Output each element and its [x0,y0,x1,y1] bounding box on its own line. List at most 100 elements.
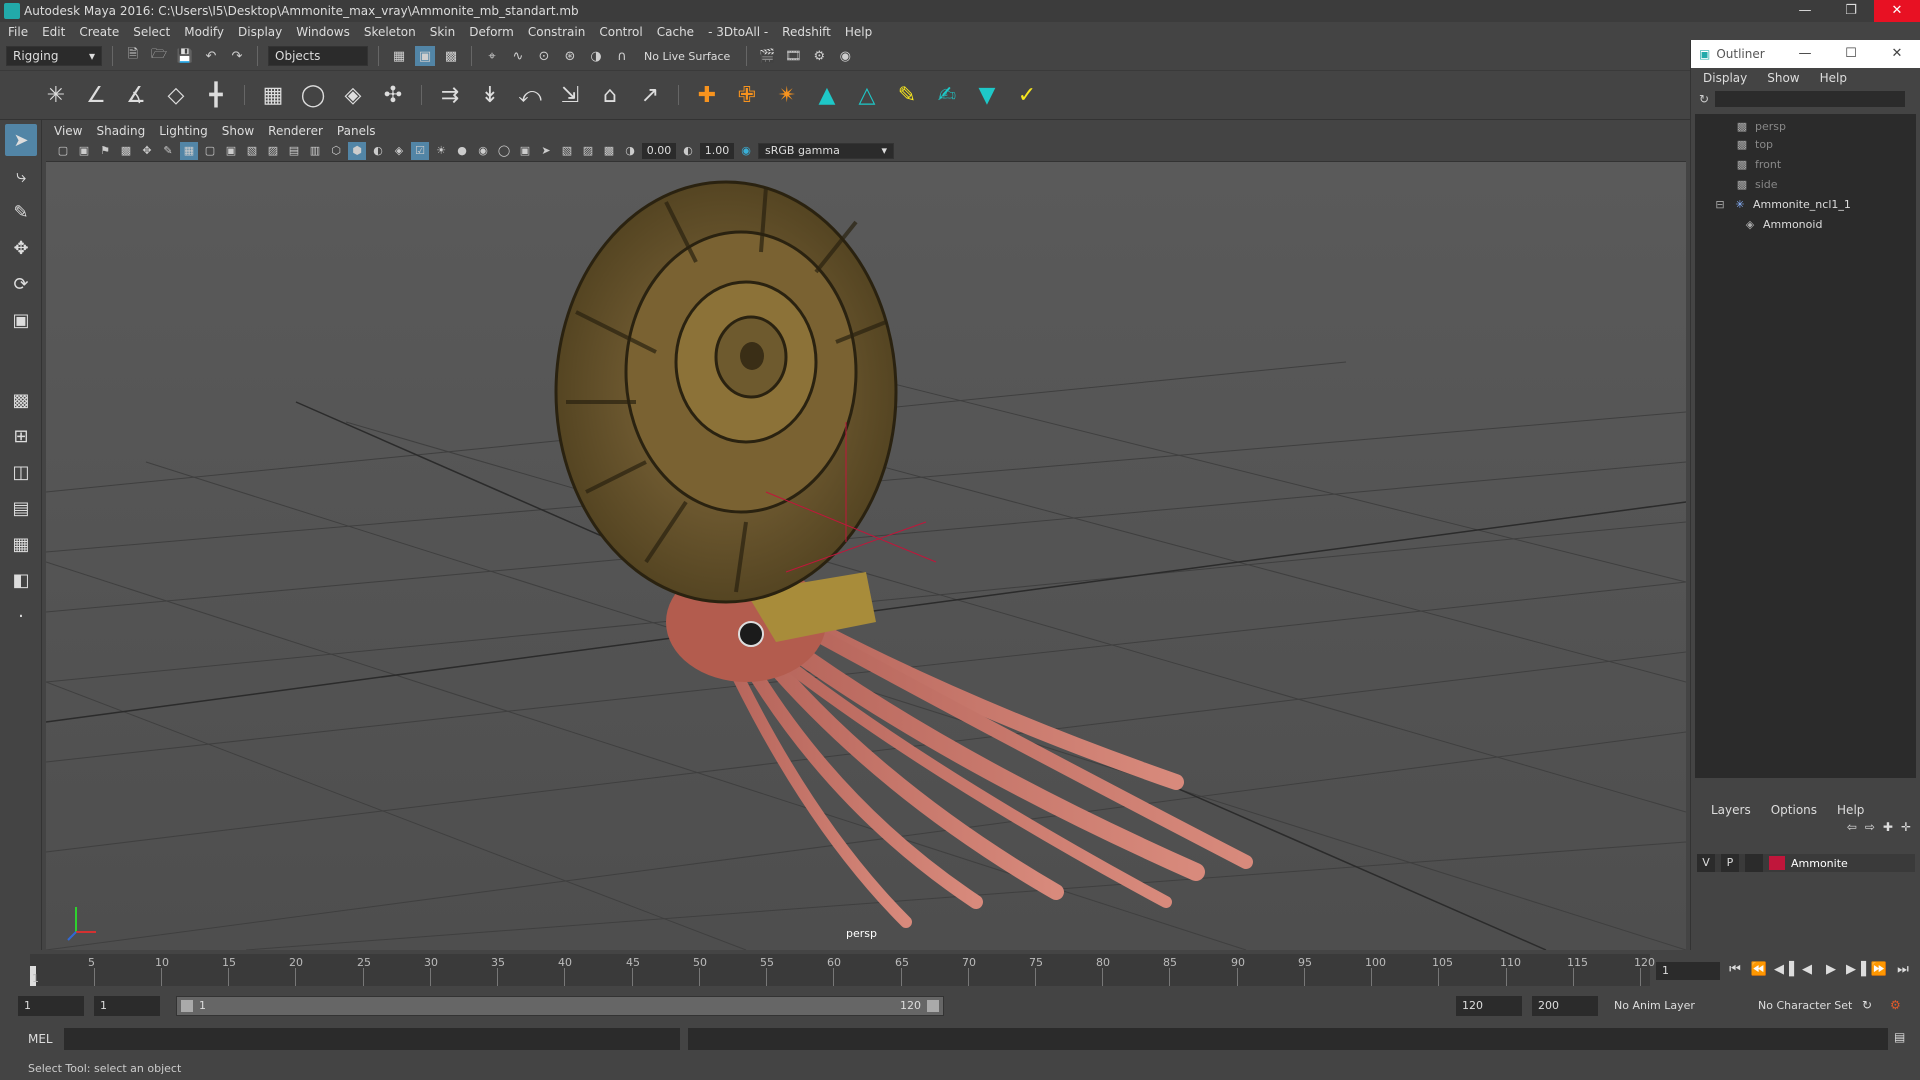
layer-menu-help[interactable]: Help [1837,803,1864,817]
menu-control[interactable]: Control [599,25,642,39]
outliner-node-front[interactable]: ▩ front [1695,154,1916,174]
mirror-joint-icon[interactable]: ╋ [200,79,232,111]
shadows-icon[interactable]: ☀ [432,142,450,160]
wireframe-on-shaded-icon[interactable]: ◐ [369,142,387,160]
depth-of-field-icon[interactable]: ▣ [516,142,534,160]
render-settings-icon[interactable]: ⚙ [809,46,829,66]
gamma-icon[interactable]: ◐ [679,142,697,160]
play-backwards-icon[interactable]: ◀ [1798,962,1816,977]
outliner-node-ammonoid[interactable]: ◈ Ammonoid [1695,214,1916,234]
select-tool-icon[interactable]: ➤ [5,124,37,156]
pole-vector-icon[interactable]: ✙ [731,79,763,111]
menu-3dtoall[interactable]: - 3DtoAll - [708,25,768,39]
field-chart-icon[interactable]: ▨ [264,142,282,160]
refresh-icon[interactable]: ↻ [1699,92,1709,106]
more-layouts-icon[interactable]: · [5,600,37,632]
outliner-search-input[interactable] [1715,91,1906,107]
play-forwards-icon[interactable]: ▶ [1822,962,1840,977]
panel-menu-panels[interactable]: Panels [337,124,376,138]
panel-menu-view[interactable]: View [54,124,82,138]
bind-skin-icon[interactable]: ⇉ [434,79,466,111]
safe-title-icon[interactable]: ▥ [306,142,324,160]
outliner-menu-display[interactable]: Display [1703,71,1747,85]
image-plane-icon[interactable]: ▩ [117,142,135,160]
new-layer-selected-icon[interactable]: ✛ [1901,820,1911,834]
outliner-layout-icon[interactable]: ▤ [5,492,37,524]
orient-constraint-icon[interactable]: ⤺ [514,79,546,111]
skeleton-sparkle-icon[interactable]: ✴ [771,79,803,111]
camera-attributes-icon[interactable]: ▣ [75,142,93,160]
paint-weights-icon[interactable]: ✎ [891,79,923,111]
range-start-handle[interactable] [181,1000,193,1012]
menu-modify[interactable]: Modify [184,25,224,39]
single-pane-layout-icon[interactable]: ▩ [5,384,37,416]
live-surface-label[interactable]: No Live Surface [644,50,730,63]
outliner-menu-show[interactable]: Show [1767,71,1799,85]
ambient-occlusion-icon[interactable]: ● [453,142,471,160]
outliner-node-persp[interactable]: ▩ persp [1695,114,1916,134]
snap-curve-icon[interactable]: ∿ [508,46,528,66]
isolate-select-icon[interactable]: ➤ [537,142,555,160]
joint-tool-icon[interactable]: ✳ [40,79,72,111]
outliner-maximize-icon[interactable]: ☐ [1828,40,1874,68]
2d-pan-zoom-icon[interactable]: ✥ [138,142,156,160]
layer-playback-toggle[interactable]: P [1721,854,1739,872]
render-frame-icon[interactable]: 🎬 [757,46,777,66]
step-back-key-icon[interactable]: ◀▐ [1774,962,1794,977]
menu-constrain[interactable]: Constrain [528,25,586,39]
wireframe-icon[interactable]: ⬡ [327,142,345,160]
snap-magnet-icon[interactable]: ∩ [612,46,632,66]
snap-grid-icon[interactable]: ⌖ [482,46,502,66]
outliner-close-icon[interactable]: ✕ [1874,40,1920,68]
grid-toggle-icon[interactable]: ▦ [180,141,198,160]
step-forward-icon[interactable]: ⏩ [1870,962,1888,977]
parent-constraint-icon[interactable]: ⌂ [594,79,626,111]
menu-edit[interactable]: Edit [42,25,65,39]
step-forward-key-icon[interactable]: ▶▐ [1846,962,1866,977]
four-pane-layout-icon[interactable]: ⊞ [5,420,37,452]
outliner-node-top[interactable]: ▩ top [1695,134,1916,154]
menu-windows[interactable]: Windows [296,25,350,39]
paint-skin-icon[interactable]: ✍ [931,79,963,111]
ik-handle-icon[interactable]: ∠ [80,79,112,111]
menu-create[interactable]: Create [79,25,119,39]
cluster-icon[interactable]: ◯ [297,79,329,111]
colorspace-dropdown[interactable]: sRGB gamma ▾ [758,142,894,159]
playback-start-field[interactable]: 1 [94,996,160,1016]
layer-display-type[interactable] [1745,854,1763,872]
hypershade-icon[interactable]: ◉ [835,46,855,66]
command-language-toggle[interactable]: MEL [28,1032,53,1046]
menu-file[interactable]: File [8,25,28,39]
check-icon[interactable]: ✓ [1011,79,1043,111]
film-gate-icon[interactable]: ▢ [201,142,219,160]
graph-layout-icon[interactable]: ▦ [5,528,37,560]
gamma-field[interactable]: 1.00 [700,142,734,159]
menu-cache[interactable]: Cache [657,25,694,39]
move-layer-down-icon[interactable]: ⇨ [1865,820,1875,834]
bookmark-icon[interactable]: ⚑ [96,142,114,160]
snap-surface-icon[interactable]: ◑ [586,46,606,66]
gate-mask-icon[interactable]: ▧ [243,142,261,160]
xray-joints-icon[interactable]: ▨ [579,142,597,160]
layer-visibility-toggle[interactable]: V [1697,854,1715,872]
range-slider[interactable]: 1 120 [176,996,944,1016]
go-to-end-icon[interactable]: ⏭ [1894,962,1912,977]
scale-tool-icon[interactable]: ▣ [5,304,37,336]
blend-shape-icon[interactable]: ✣ [377,79,409,111]
insert-joint-icon[interactable]: ◇ [160,79,192,111]
perspective-viewport[interactable]: persp [46,162,1686,950]
use-lights-icon[interactable]: ☑ [411,141,429,160]
command-input[interactable] [64,1028,680,1050]
panel-menu-show[interactable]: Show [222,124,254,138]
save-scene-icon[interactable]: 💾 [175,46,195,66]
menu-deform[interactable]: Deform [469,25,514,39]
anim-layer-dropdown[interactable]: No Anim Layer [1608,996,1748,1016]
rotate-tool-icon[interactable]: ⟳ [5,268,37,300]
collapse-icon[interactable]: ⊟ [1713,198,1727,211]
undo-icon[interactable]: ↶ [201,46,221,66]
minimize-icon[interactable]: — [1782,0,1828,22]
range-end-handle[interactable] [927,1000,939,1012]
layer-color-swatch[interactable] [1769,856,1785,870]
hik-bake-icon[interactable]: ▼ [971,79,1003,111]
locator-icon[interactable]: ✚ [691,79,723,111]
